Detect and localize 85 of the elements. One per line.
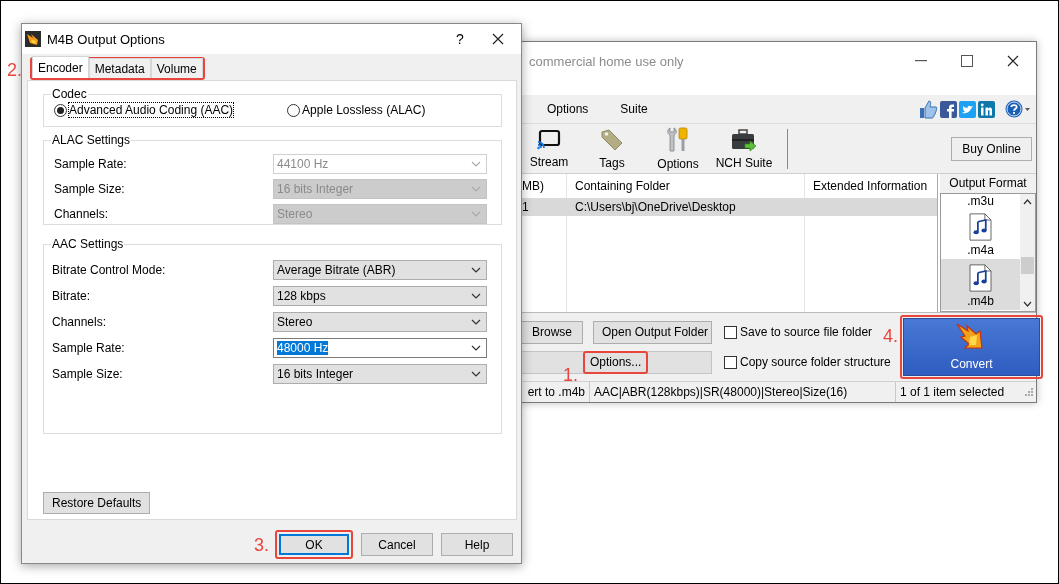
format-item[interactable]: .m4b <box>941 259 1020 310</box>
checkbox-label: Copy source folder structure <box>740 355 891 369</box>
linkedin-icon[interactable] <box>978 100 995 118</box>
field-label: Bitrate: <box>52 289 90 303</box>
convert-button[interactable]: Convert <box>903 318 1040 376</box>
maximize-icon[interactable] <box>961 55 973 67</box>
toolbar-button[interactable]: Tags <box>579 127 645 170</box>
dropdown[interactable]: 128 kbps <box>273 286 487 306</box>
screen-cast-icon[interactable] <box>537 128 561 151</box>
facebook-icon[interactable] <box>940 100 957 118</box>
chevron-down-icon[interactable] <box>471 345 481 351</box>
column-header[interactable]: Containing Folder <box>567 179 805 193</box>
status-text: AAC|ABR(128kbps)|SR(48000)|Stereo|Size(16) <box>590 382 896 402</box>
button[interactable]: Help <box>441 533 513 556</box>
radio-button[interactable] <box>54 103 67 117</box>
help-button[interactable]: ? <box>445 31 475 47</box>
toolbar-button[interactable]: Options <box>645 126 711 171</box>
checkbox-label: Save to source file folder <box>740 325 873 339</box>
field-label: Sample Size: <box>54 181 125 196</box>
window-title: M4B Output Options <box>47 31 165 47</box>
format-item[interactable]: .m3u <box>941 194 1020 208</box>
button[interactable]: Cancel <box>361 533 433 556</box>
tab[interactable]: Metadata <box>88 58 151 78</box>
restore-defaults-button[interactable]: Restore Defaults <box>43 492 151 514</box>
thumbs-up-icon[interactable] <box>918 99 938 119</box>
dropdown[interactable]: Stereo <box>273 312 487 332</box>
checkbox[interactable] <box>724 355 737 369</box>
button[interactable]: OK <box>279 534 349 555</box>
radio-label: Apple Lossless (ALAC) <box>302 103 426 117</box>
chevron-down-icon[interactable] <box>471 293 481 299</box>
dropdown[interactable]: 48000 Hz <box>273 338 487 358</box>
status-text: 1 of 1 item selected <box>899 384 1006 401</box>
scroll-up-icon[interactable] <box>1023 199 1032 205</box>
step-number: 3. <box>254 535 269 554</box>
scrollbar[interactable] <box>1020 194 1035 311</box>
music-file-icon[interactable] <box>969 213 992 241</box>
dropdown[interactable]: Average Bitrate (ABR) <box>273 260 487 280</box>
group-title: AAC Settings <box>51 237 125 251</box>
caret-icon[interactable] <box>1025 107 1030 111</box>
step-number: 1. <box>563 365 578 384</box>
group-title: Codec <box>51 87 88 101</box>
chevron-down-icon[interactable] <box>471 267 481 273</box>
button[interactable]: Open Output Folder <box>593 320 712 344</box>
chevron-down-icon[interactable] <box>471 371 481 377</box>
music-file-icon[interactable] <box>969 264 992 292</box>
column-header[interactable]: MB) <box>521 179 567 193</box>
buy-online-button[interactable]: Buy Online <box>951 136 1032 161</box>
step-number: 2. <box>7 61 22 79</box>
field-label: Channels: <box>52 315 107 329</box>
window-title: commercial home use only <box>529 54 684 69</box>
close-icon[interactable] <box>1007 55 1019 67</box>
minimize-icon[interactable] <box>915 60 927 62</box>
field-label: Sample Rate: <box>52 341 125 355</box>
step-number: 4. <box>883 327 898 345</box>
tab[interactable]: Encoder <box>32 56 89 78</box>
format-item[interactable]: .m4a <box>941 208 1020 259</box>
menu-item[interactable]: Options <box>547 102 589 116</box>
flame-icon <box>25 31 41 47</box>
button[interactable]: Browse <box>521 320 583 344</box>
table-cell-text: 1 <box>521 200 530 214</box>
field-label: Bitrate Control Mode: <box>52 263 166 277</box>
close-icon[interactable] <box>492 33 504 45</box>
scroll-down-icon[interactable] <box>1023 301 1032 307</box>
briefcase-icon[interactable] <box>731 127 757 152</box>
tab[interactable]: Volume <box>150 58 203 78</box>
checkbox[interactable] <box>724 325 737 339</box>
radio-label: Advanced Audio Coding (AAC) <box>69 103 234 117</box>
toolbar-button[interactable]: Stream <box>519 128 579 169</box>
help-icon[interactable] <box>1005 100 1023 118</box>
chevron-down-icon[interactable] <box>471 319 481 325</box>
field-label: Sample Rate: <box>54 156 127 171</box>
menu-item[interactable]: Suite <box>620 102 648 116</box>
table-cell-text: C:\Users\bj\OneDrive\Desktop <box>574 200 737 214</box>
twitter-icon[interactable] <box>959 100 976 118</box>
radio-button[interactable] <box>287 103 301 117</box>
scroll-thumb[interactable] <box>1021 256 1034 274</box>
group-title: ALAC Settings <box>51 133 132 147</box>
column-header[interactable]: Extended Information <box>805 179 937 193</box>
dropdown[interactable]: 16 bits Integer <box>273 364 487 384</box>
resize-grip-icon[interactable] <box>1025 388 1033 396</box>
tag-icon[interactable] <box>600 127 624 152</box>
toolbar-button[interactable]: NCH Suite <box>711 127 777 170</box>
field-label: Sample Size: <box>52 367 123 381</box>
field-label: Channels: <box>54 206 109 221</box>
table-row[interactable]: 1 C:\Users\bj\OneDrive\Desktop <box>521 198 937 216</box>
